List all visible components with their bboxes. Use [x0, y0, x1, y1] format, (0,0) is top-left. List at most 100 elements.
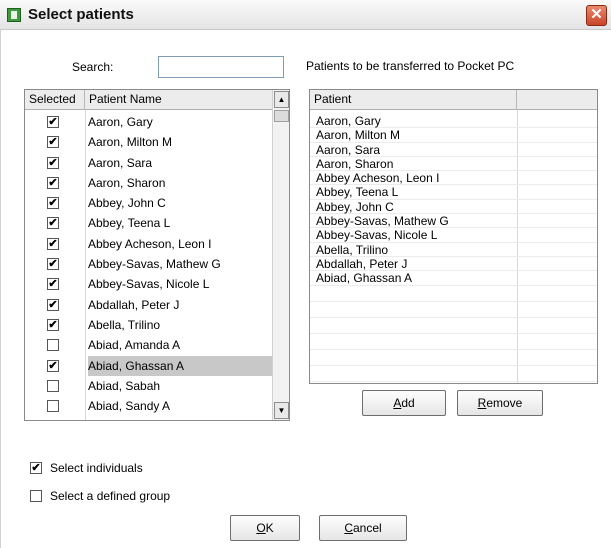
scroll-up-button[interactable]: ▲: [274, 91, 289, 108]
transfer-row[interactable]: Abbey, Teena L: [310, 185, 597, 200]
patient-row-name: Abbey, Teena L: [88, 216, 171, 231]
scroll-thumb[interactable]: [274, 110, 289, 122]
patient-row[interactable]: ✔ Abbey, John C: [25, 193, 273, 213]
transfer-row-name: Abbey, Teena L: [316, 185, 399, 200]
transfer-row-empty: [310, 318, 597, 334]
patient-row[interactable]: ✔ Aaron, Sara: [25, 153, 273, 173]
patient-row-checkbox[interactable]: ✔: [47, 318, 59, 331]
patient-row-name: Abbey-Savas, Nicole L: [88, 277, 210, 292]
patient-row-name: Aaron, Sharon: [88, 175, 166, 190]
transfer-list-label: Patients to be transferred to Pocket PC: [306, 59, 515, 73]
transfer-row[interactable]: Aaron, Milton M: [310, 128, 597, 143]
transfer-row-empty: [310, 302, 597, 318]
patient-list[interactable]: Selected Patient Name ✔ Aaron, Gary ✔ Aaron…: [24, 89, 290, 421]
transfer-list[interactable]: Patient Aaron, Gary Aaron, Milton M Aaron,…: [309, 89, 598, 384]
patient-row[interactable]: ✔ Abbey-Savas, Mathew G: [25, 254, 273, 274]
patient-row-name: Abbey-Savas, Mathew G: [88, 257, 221, 272]
transfer-row-name: Aaron, Sharon: [316, 156, 394, 171]
patient-row[interactable]: ✔ Abbey-Savas, Nicole L: [25, 274, 273, 294]
transfer-row-empty: [310, 366, 597, 382]
title-bar[interactable]: Select patients ✕: [0, 0, 611, 30]
app-icon: [7, 8, 21, 22]
search-input[interactable]: [158, 56, 284, 78]
patient-row-checkbox[interactable]: ✔: [47, 278, 59, 291]
transfer-row[interactable]: Abbey, John C: [310, 200, 597, 215]
arrow-down-icon: ▼: [277, 406, 286, 415]
select-patients-dialog: Select patients ✕ Search: Patients to be…: [0, 0, 611, 548]
patient-row[interactable]: ✔ Aaron, Milton M: [25, 132, 273, 152]
patient-row-checkbox[interactable]: [47, 400, 59, 413]
transfer-row-name: Abdallah, Peter J: [316, 256, 408, 271]
transfer-row-empty: [310, 350, 597, 366]
transfer-row[interactable]: Abbey Acheson, Leon I: [310, 171, 597, 186]
patient-row-checkbox[interactable]: ✔: [47, 237, 59, 250]
cancel-button[interactable]: Cancel: [319, 515, 407, 541]
patient-row-checkbox[interactable]: ✔: [47, 258, 59, 271]
patient-row-name: Abiad, Amanda A: [88, 338, 181, 353]
patient-row-checkbox[interactable]: ✔: [47, 359, 59, 372]
patient-row[interactable]: ✔ Aaron, Gary: [25, 112, 273, 132]
patient-list-scrollbar[interactable]: ▲ ▼: [272, 90, 289, 420]
column-header-selected[interactable]: Selected: [25, 90, 85, 110]
patient-row[interactable]: Abiad, Sandy A: [25, 396, 273, 416]
select-individuals-label: Select individuals: [50, 461, 143, 475]
transfer-row-name: Abiad, Ghassan A: [316, 271, 413, 286]
patient-row[interactable]: ✔ Abdallah, Peter J: [25, 295, 273, 315]
select-group-checkbox[interactable]: [30, 490, 42, 502]
column-header-patient[interactable]: Patient: [310, 90, 517, 110]
patient-list-rows: ✔ Aaron, Gary ✔ Aaron, Milton M ✔ Aaron, Sara…: [25, 112, 273, 416]
patient-row[interactable]: Abiad, Amanda A: [25, 335, 273, 355]
transfer-row-name: Aaron, Sara: [316, 142, 381, 157]
patient-row[interactable]: ✔ Abbey Acheson, Leon I: [25, 234, 273, 254]
close-icon: ✕: [590, 6, 603, 23]
scroll-down-button[interactable]: ▼: [274, 402, 289, 419]
transfer-row[interactable]: Aaron, Sharon: [310, 156, 597, 172]
patient-row-checkbox[interactable]: ✔: [47, 156, 59, 169]
transfer-row-name: Abella, Trilino: [316, 242, 389, 257]
transfer-row[interactable]: Aaron, Gary: [310, 114, 597, 129]
transfer-row-empty: [310, 382, 597, 383]
patient-row-checkbox[interactable]: ✔: [47, 217, 59, 230]
ok-button[interactable]: OK: [230, 515, 300, 541]
patient-row[interactable]: ✔ Abella, Trilino: [25, 315, 273, 335]
patient-list-header: Selected Patient Name: [25, 90, 272, 110]
patient-row-checkbox[interactable]: [47, 339, 59, 352]
arrow-up-icon: ▲: [277, 95, 286, 104]
transfer-row[interactable]: Abiad, Ghassan A: [310, 271, 597, 286]
patient-row-name: Aaron, Sara: [88, 155, 153, 170]
patient-row-checkbox[interactable]: ✔: [47, 116, 59, 128]
patient-row[interactable]: Abiad, Sabah: [25, 376, 273, 396]
window-title: Select patients: [28, 6, 134, 23]
patient-row-name: Abbey Acheson, Leon I: [88, 236, 212, 251]
patient-row-name: Abdallah, Peter J: [88, 297, 180, 312]
patient-row-name: Abiad, Sabah: [88, 378, 161, 393]
patient-row-checkbox[interactable]: ✔: [47, 298, 59, 311]
patient-row-name: Abbey, John C: [88, 196, 166, 211]
transfer-row-name: Aaron, Milton M: [316, 128, 401, 143]
patient-row[interactable]: ✔ Abiad, Ghassan A: [25, 355, 273, 376]
patient-row-checkbox[interactable]: [47, 379, 59, 392]
transfer-row-name: Abbey-Savas, Mathew G: [316, 214, 449, 229]
patient-row[interactable]: ✔ Aaron, Sharon: [25, 173, 273, 193]
transfer-row[interactable]: Abbey-Savas, Nicole L: [310, 228, 597, 243]
patient-row[interactable]: ✔ Abbey, Teena L: [25, 213, 273, 233]
column-header-patient-name[interactable]: Patient Name: [85, 90, 272, 110]
patient-row-checkbox[interactable]: ✔: [47, 136, 59, 149]
transfer-row[interactable]: Abella, Trilino: [310, 243, 597, 257]
column-header-blank[interactable]: [517, 90, 597, 110]
transfer-row[interactable]: Aaron, Sara: [310, 143, 597, 157]
remove-button[interactable]: Remove: [457, 390, 543, 416]
transfer-row-empty: [310, 286, 597, 302]
add-button[interactable]: Add: [362, 390, 446, 416]
transfer-row[interactable]: Abbey-Savas, Mathew G: [310, 214, 597, 229]
patient-row-checkbox[interactable]: ✔: [47, 197, 59, 210]
patient-row-name: Abella, Trilino: [88, 317, 161, 332]
transfer-row-name: Aaron, Gary: [316, 114, 381, 128]
select-individuals-checkbox[interactable]: ✔: [30, 462, 42, 474]
transfer-row-name: Abbey-Savas, Nicole L: [316, 228, 438, 243]
patient-row-name: Aaron, Gary: [88, 115, 153, 129]
patient-row-checkbox[interactable]: ✔: [47, 176, 59, 189]
close-button[interactable]: ✕: [586, 5, 607, 26]
transfer-row[interactable]: Abdallah, Peter J: [310, 256, 597, 272]
transfer-row-empty: [310, 334, 597, 350]
